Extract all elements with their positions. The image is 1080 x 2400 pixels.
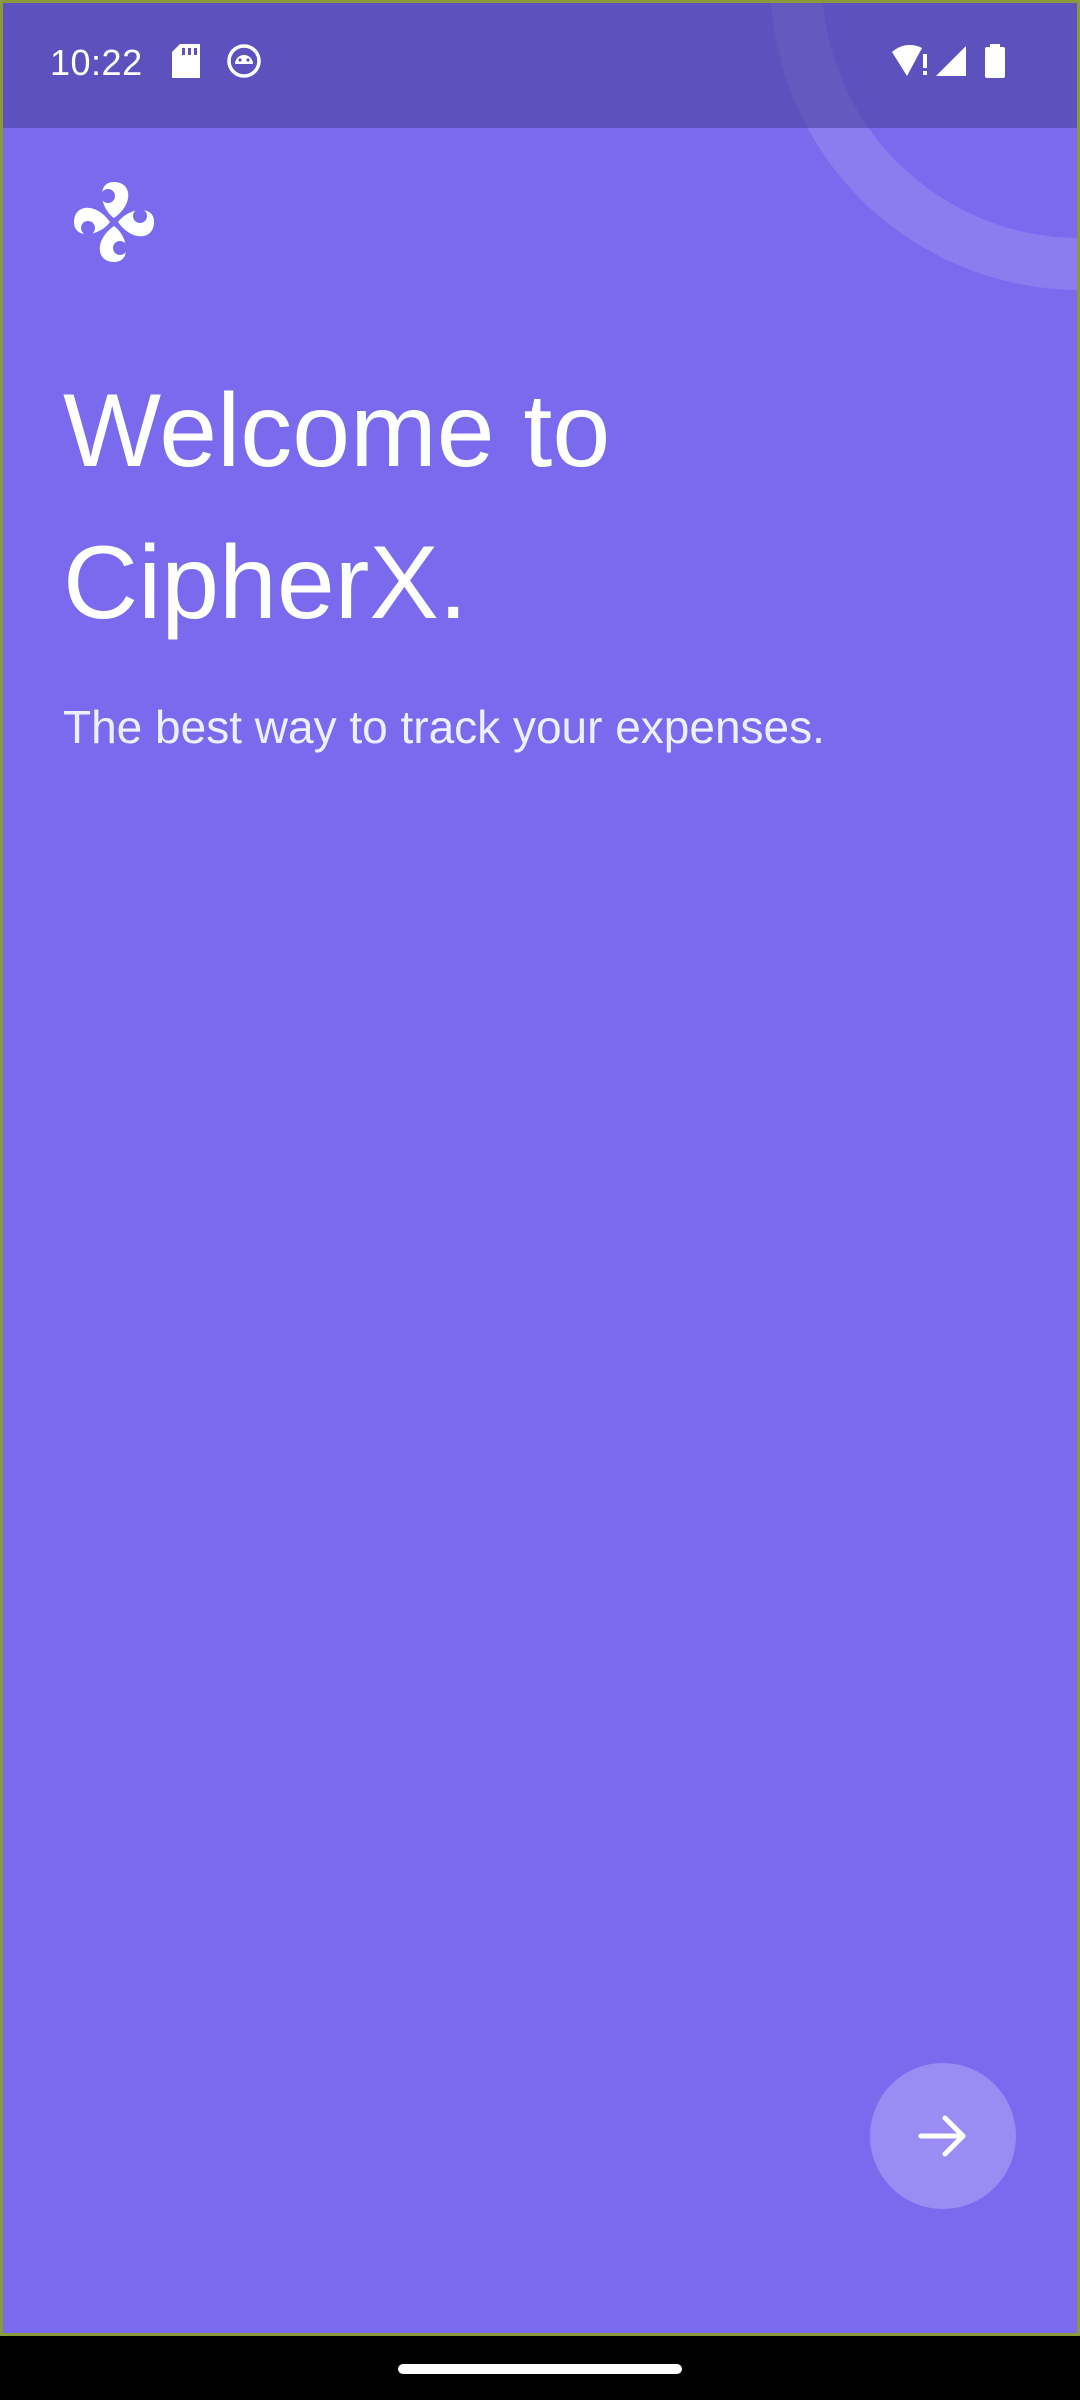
android-debug-icon <box>227 44 261 83</box>
battery-icon <box>984 44 1006 83</box>
cell-signal-icon <box>934 44 968 83</box>
screen-frame <box>0 0 1080 2336</box>
status-bar: 10:22 <box>0 0 1080 128</box>
headline-line-1: Welcome to <box>63 373 611 489</box>
wifi-alert-icon <box>890 44 930 83</box>
home-gesture-handle[interactable] <box>398 2364 682 2374</box>
headline-line-2: CipherX. <box>63 525 468 641</box>
welcome-subtitle: The best way to track your expenses. <box>63 701 825 753</box>
welcome-headline: Welcome to CipherX. <box>63 355 1023 659</box>
sd-card-icon <box>172 44 200 83</box>
arrow-right-icon <box>915 2108 971 2164</box>
status-time: 10:22 <box>50 42 143 83</box>
next-button[interactable] <box>870 2063 1016 2209</box>
welcome-screen: 10:22 Welcome to CipherX. The best way t… <box>0 0 1080 2336</box>
cipherx-logo-icon <box>70 178 158 266</box>
